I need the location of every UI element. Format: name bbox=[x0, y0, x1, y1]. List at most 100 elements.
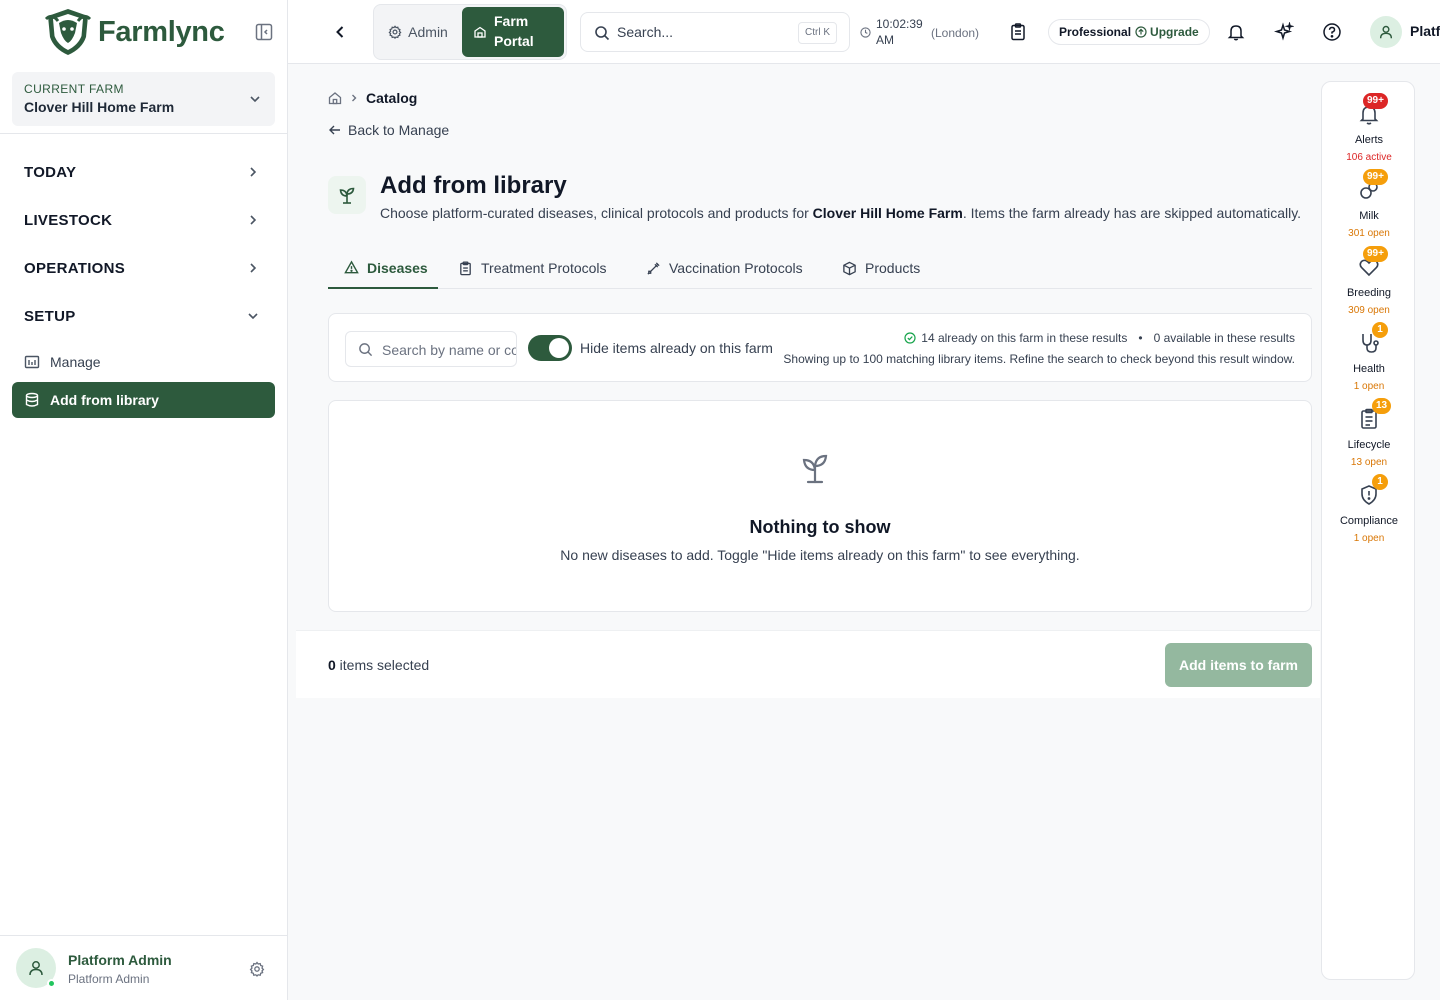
back-to-manage-link[interactable]: Back to Manage bbox=[328, 122, 449, 138]
barn-icon bbox=[474, 26, 486, 38]
tab-products[interactable]: Products bbox=[842, 248, 920, 288]
header-avatar[interactable] bbox=[1370, 16, 1402, 48]
rail-item-breeding[interactable]: 99+ Breeding 309 open bbox=[1322, 246, 1416, 327]
nav-section-operations[interactable]: OPERATIONS bbox=[12, 250, 275, 286]
farm-selector-name: Clover Hill Home Farm bbox=[24, 99, 175, 115]
portal-switcher: Admin Farm Portal bbox=[373, 4, 567, 60]
clipboard-icon bbox=[458, 260, 473, 276]
rail-label: Breeding bbox=[1346, 287, 1392, 299]
help-icon[interactable] bbox=[1322, 22, 1342, 42]
chevron-right-icon bbox=[245, 260, 261, 276]
back-link-label: Back to Manage bbox=[348, 122, 450, 138]
back-chevron-icon[interactable] bbox=[330, 22, 350, 42]
tab-vaccination-protocols[interactable]: Vaccination Protocols bbox=[646, 248, 803, 288]
clock-timezone: (London) bbox=[931, 25, 980, 40]
chevron-right-icon bbox=[245, 164, 261, 180]
upgrade-label: Upgrade bbox=[1150, 25, 1199, 39]
rail-badge: 13 bbox=[1372, 398, 1392, 414]
selected-count-suffix: items selected bbox=[335, 657, 430, 673]
already-on-farm-count: 14 already on this farm in these results bbox=[921, 331, 1128, 345]
arrow-left-icon bbox=[328, 123, 342, 137]
library-tabs: Diseases Treatment Protocols Vaccination… bbox=[328, 248, 1312, 289]
tab-diseases[interactable]: Diseases bbox=[328, 248, 438, 289]
rail-sub: 13 open bbox=[1350, 457, 1388, 468]
sprout-icon bbox=[328, 176, 366, 214]
rail-badge: 99+ bbox=[1363, 169, 1388, 185]
clock-icon bbox=[860, 27, 871, 38]
sparkles-icon[interactable] bbox=[1274, 22, 1294, 42]
tab-label: Diseases bbox=[367, 259, 428, 276]
tab-label: Products bbox=[865, 260, 921, 276]
chevron-down-icon bbox=[245, 308, 261, 324]
online-status-dot bbox=[47, 979, 56, 988]
available-count: 0 available in these results bbox=[1153, 331, 1295, 345]
selection-footer: 0 items selected Add items to farm bbox=[296, 630, 1320, 698]
result-stats: 14 already on this farm in these results… bbox=[904, 331, 1295, 345]
clipboard-icon[interactable] bbox=[1008, 22, 1028, 42]
avatar[interactable] bbox=[16, 948, 56, 988]
search-placeholder: Search... bbox=[617, 24, 674, 40]
plan-name: Professional bbox=[1059, 25, 1132, 39]
user-footer: Platform Admin Platform Admin bbox=[0, 935, 287, 1000]
admin-portal-tab[interactable]: Admin bbox=[376, 7, 460, 57]
search-icon bbox=[594, 25, 610, 41]
clock: 10:02:39 AM (London) bbox=[860, 17, 979, 48]
sidebar-item-manage[interactable]: Manage bbox=[12, 344, 275, 380]
rail-item-milk[interactable]: 99+ Milk 301 open bbox=[1322, 169, 1416, 250]
hide-existing-toggle[interactable] bbox=[528, 335, 572, 361]
library-search-placeholder: Search by name or code bbox=[382, 342, 516, 358]
bell-icon[interactable] bbox=[1226, 22, 1246, 42]
sidebar-item-label: Manage bbox=[50, 354, 101, 370]
clock-time: 10:02:39 AM bbox=[876, 17, 923, 47]
search-shortcut-badge: Ctrl K bbox=[798, 22, 837, 44]
nav-section-today[interactable]: TODAY bbox=[12, 154, 275, 190]
hide-existing-toggle-label: Hide items already on this farm bbox=[580, 340, 773, 356]
tab-label: Treatment Protocols bbox=[481, 260, 607, 276]
sidebar-divider bbox=[0, 133, 287, 134]
chevron-right-icon bbox=[245, 212, 261, 228]
brand-logo[interactable]: Farmlync bbox=[44, 6, 225, 58]
rail-badge: 99+ bbox=[1363, 246, 1388, 262]
header-user-name[interactable]: Platf bbox=[1410, 23, 1440, 39]
add-items-to-farm-button[interactable]: Add items to farm bbox=[1165, 643, 1312, 687]
user-icon bbox=[29, 961, 43, 976]
admin-tab-label: Admin bbox=[408, 24, 448, 40]
user-name: Platform Admin bbox=[68, 952, 172, 968]
nav-section-label: OPERATIONS bbox=[24, 259, 126, 277]
rail-item-health[interactable]: 1 Health 1 open bbox=[1322, 322, 1416, 403]
sidebar: Farmlync CURRENT FARM Clover Hill Home F… bbox=[0, 0, 288, 1000]
rail-label: Compliance bbox=[1339, 515, 1399, 527]
plan-badge[interactable]: Professional Upgrade bbox=[1048, 19, 1210, 45]
rail-sub: 301 open bbox=[1348, 228, 1390, 239]
rail-sub: 1 open bbox=[1353, 533, 1385, 544]
empty-state-text: No new diseases to add. Toggle "Hide ite… bbox=[560, 547, 1080, 563]
farm-portal-tab[interactable]: Farm Portal bbox=[462, 7, 564, 57]
rail-label: Milk bbox=[1359, 210, 1379, 222]
syringe-icon bbox=[646, 261, 661, 276]
subtitle-text-after: . Items the farm already has are skipped… bbox=[962, 205, 1302, 221]
manage-icon bbox=[24, 354, 40, 370]
nav-section-livestock[interactable]: LIVESTOCK bbox=[12, 202, 275, 238]
upgrade-link[interactable]: Upgrade bbox=[1135, 25, 1199, 39]
home-icon[interactable] bbox=[328, 91, 342, 105]
rail-item-compliance[interactable]: 1 Compliance 1 open bbox=[1322, 474, 1416, 555]
rail-badge: 1 bbox=[1372, 322, 1388, 338]
rail-label: Health bbox=[1353, 363, 1385, 375]
tab-treatment-protocols[interactable]: Treatment Protocols bbox=[458, 248, 607, 288]
search-icon bbox=[358, 342, 373, 357]
empty-state-title: Nothing to show bbox=[749, 517, 891, 537]
collapse-sidebar-icon[interactable] bbox=[254, 22, 274, 42]
rail-item-lifecycle[interactable]: 13 Lifecycle 13 open bbox=[1322, 398, 1416, 479]
empty-state: Nothing to show No new diseases to add. … bbox=[328, 400, 1312, 612]
farm-selector[interactable]: CURRENT FARM Clover Hill Home Farm bbox=[12, 72, 275, 126]
package-icon bbox=[842, 261, 857, 276]
rail-item-alerts[interactable]: 99+ Alerts 106 active bbox=[1322, 93, 1416, 174]
settings-gear-icon[interactable] bbox=[249, 961, 265, 977]
rail-badge: 99+ bbox=[1363, 93, 1388, 109]
top-header: Admin Farm Portal Search... Ctrl K 10:02… bbox=[288, 0, 1440, 64]
nav-section-setup[interactable]: SETUP bbox=[12, 298, 275, 334]
sidebar-item-add-from-library[interactable]: Add from library bbox=[12, 382, 275, 418]
library-search-input[interactable]: Search by name or code bbox=[345, 331, 517, 367]
global-search-input[interactable]: Search... Ctrl K bbox=[580, 12, 850, 52]
selected-count: 0 items selected bbox=[328, 657, 429, 673]
